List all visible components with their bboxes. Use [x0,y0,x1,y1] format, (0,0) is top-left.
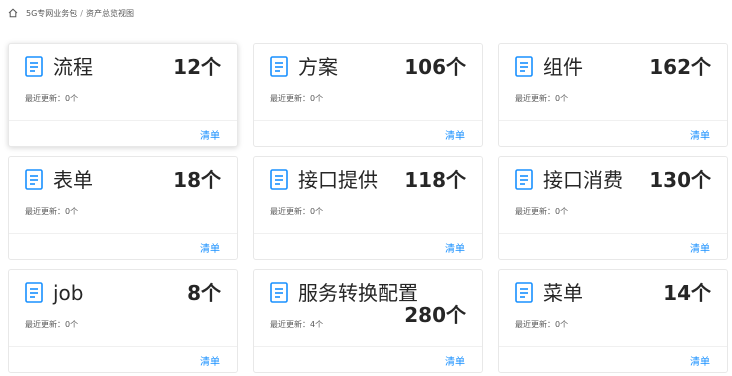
breadcrumb-item-overview: 资产总览视图 [86,8,134,18]
card-footer: 清单 [254,346,482,372]
home-icon[interactable] [8,8,18,18]
card-count: 162个 [649,55,711,79]
document-list-icon [25,169,43,190]
document-list-icon [25,56,43,77]
card-title: 方案 [298,55,338,79]
asset-card-component[interactable]: 组件 162个 最近更新：0个 清单 [498,43,728,147]
list-link[interactable]: 清单 [445,240,465,255]
asset-card-menu[interactable]: 菜单 14个 最近更新：0个 清单 [498,269,728,373]
list-link[interactable]: 清单 [200,353,220,368]
card-footer: 清单 [499,346,727,372]
recent-value: 4个 [310,320,324,329]
recent-value: 0个 [555,320,569,329]
card-recent-update: 最近更新：0个 [515,206,568,217]
list-link[interactable]: 清单 [690,127,710,142]
recent-value: 0个 [310,207,324,216]
card-title: 接口消费 [543,168,623,192]
breadcrumb-item-package[interactable]: 5G专网业务包 [26,8,77,19]
breadcrumb: 5G专网业务包 / 资产总览视图 [8,6,134,20]
card-title: 服务转换配置 [298,281,418,305]
recent-value: 0个 [555,207,569,216]
list-link[interactable]: 清单 [690,353,710,368]
list-link[interactable]: 清单 [200,127,220,142]
asset-card-service-conversion[interactable]: 服务转换配置 280个 最近更新：4个 清单 [253,269,483,373]
document-list-icon [25,282,43,303]
card-footer: 清单 [499,233,727,259]
recent-value: 0个 [65,207,79,216]
card-recent-update: 最近更新：0个 [270,93,323,104]
card-recent-update: 最近更新：0个 [25,319,78,330]
card-recent-update: 最近更新：0个 [25,206,78,217]
card-count: 118个 [404,168,466,192]
recent-value: 0个 [65,320,79,329]
card-count: 12个 [173,55,221,79]
card-recent-update: 最近更新：0个 [515,319,568,330]
document-list-icon [270,169,288,190]
card-recent-update: 最近更新：0个 [270,206,323,217]
asset-card-solution[interactable]: 方案 106个 最近更新：0个 清单 [253,43,483,147]
card-title: 流程 [53,55,93,79]
card-count: 280个 [404,303,466,327]
asset-card-grid: 流程 12个 最近更新：0个 清单 方案 106个 最近更新：0个 清单 组件 … [8,43,728,373]
asset-card-form[interactable]: 表单 18个 最近更新：0个 清单 [8,156,238,260]
asset-card-process[interactable]: 流程 12个 最近更新：0个 清单 [8,43,238,147]
card-footer: 清单 [9,346,237,372]
asset-card-job[interactable]: job 8个 最近更新：0个 清单 [8,269,238,373]
list-link[interactable]: 清单 [445,127,465,142]
card-count: 14个 [663,281,711,305]
recent-value: 0个 [310,94,324,103]
recent-label: 最近更新： [270,320,310,329]
asset-card-api-consume[interactable]: 接口消费 130个 最近更新：0个 清单 [498,156,728,260]
card-count: 130个 [649,168,711,192]
list-link[interactable]: 清单 [445,353,465,368]
card-footer: 清单 [9,120,237,146]
recent-label: 最近更新： [515,320,555,329]
recent-value: 0个 [555,94,569,103]
card-title: 菜单 [543,281,583,305]
recent-label: 最近更新： [515,207,555,216]
recent-label: 最近更新： [25,207,65,216]
card-footer: 清单 [254,233,482,259]
card-recent-update: 最近更新：4个 [270,319,323,330]
card-footer: 清单 [499,120,727,146]
card-footer: 清单 [9,233,237,259]
recent-label: 最近更新： [270,94,310,103]
document-list-icon [515,56,533,77]
recent-label: 最近更新： [270,207,310,216]
breadcrumb-separator: / [80,8,83,18]
card-title: 接口提供 [298,168,378,192]
card-count: 8个 [187,281,221,305]
document-list-icon [270,282,288,303]
card-title: 表单 [53,168,93,192]
document-list-icon [515,282,533,303]
recent-label: 最近更新： [25,320,65,329]
card-title: 组件 [543,55,583,79]
card-count: 106个 [404,55,466,79]
card-count: 18个 [173,168,221,192]
list-link[interactable]: 清单 [200,240,220,255]
recent-label: 最近更新： [25,94,65,103]
card-title: job [53,281,84,305]
card-recent-update: 最近更新：0个 [515,93,568,104]
document-list-icon [515,169,533,190]
card-footer: 清单 [254,120,482,146]
recent-label: 最近更新： [515,94,555,103]
recent-value: 0个 [65,94,79,103]
document-list-icon [270,56,288,77]
card-recent-update: 最近更新：0个 [25,93,78,104]
asset-card-api-provide[interactable]: 接口提供 118个 最近更新：0个 清单 [253,156,483,260]
list-link[interactable]: 清单 [690,240,710,255]
